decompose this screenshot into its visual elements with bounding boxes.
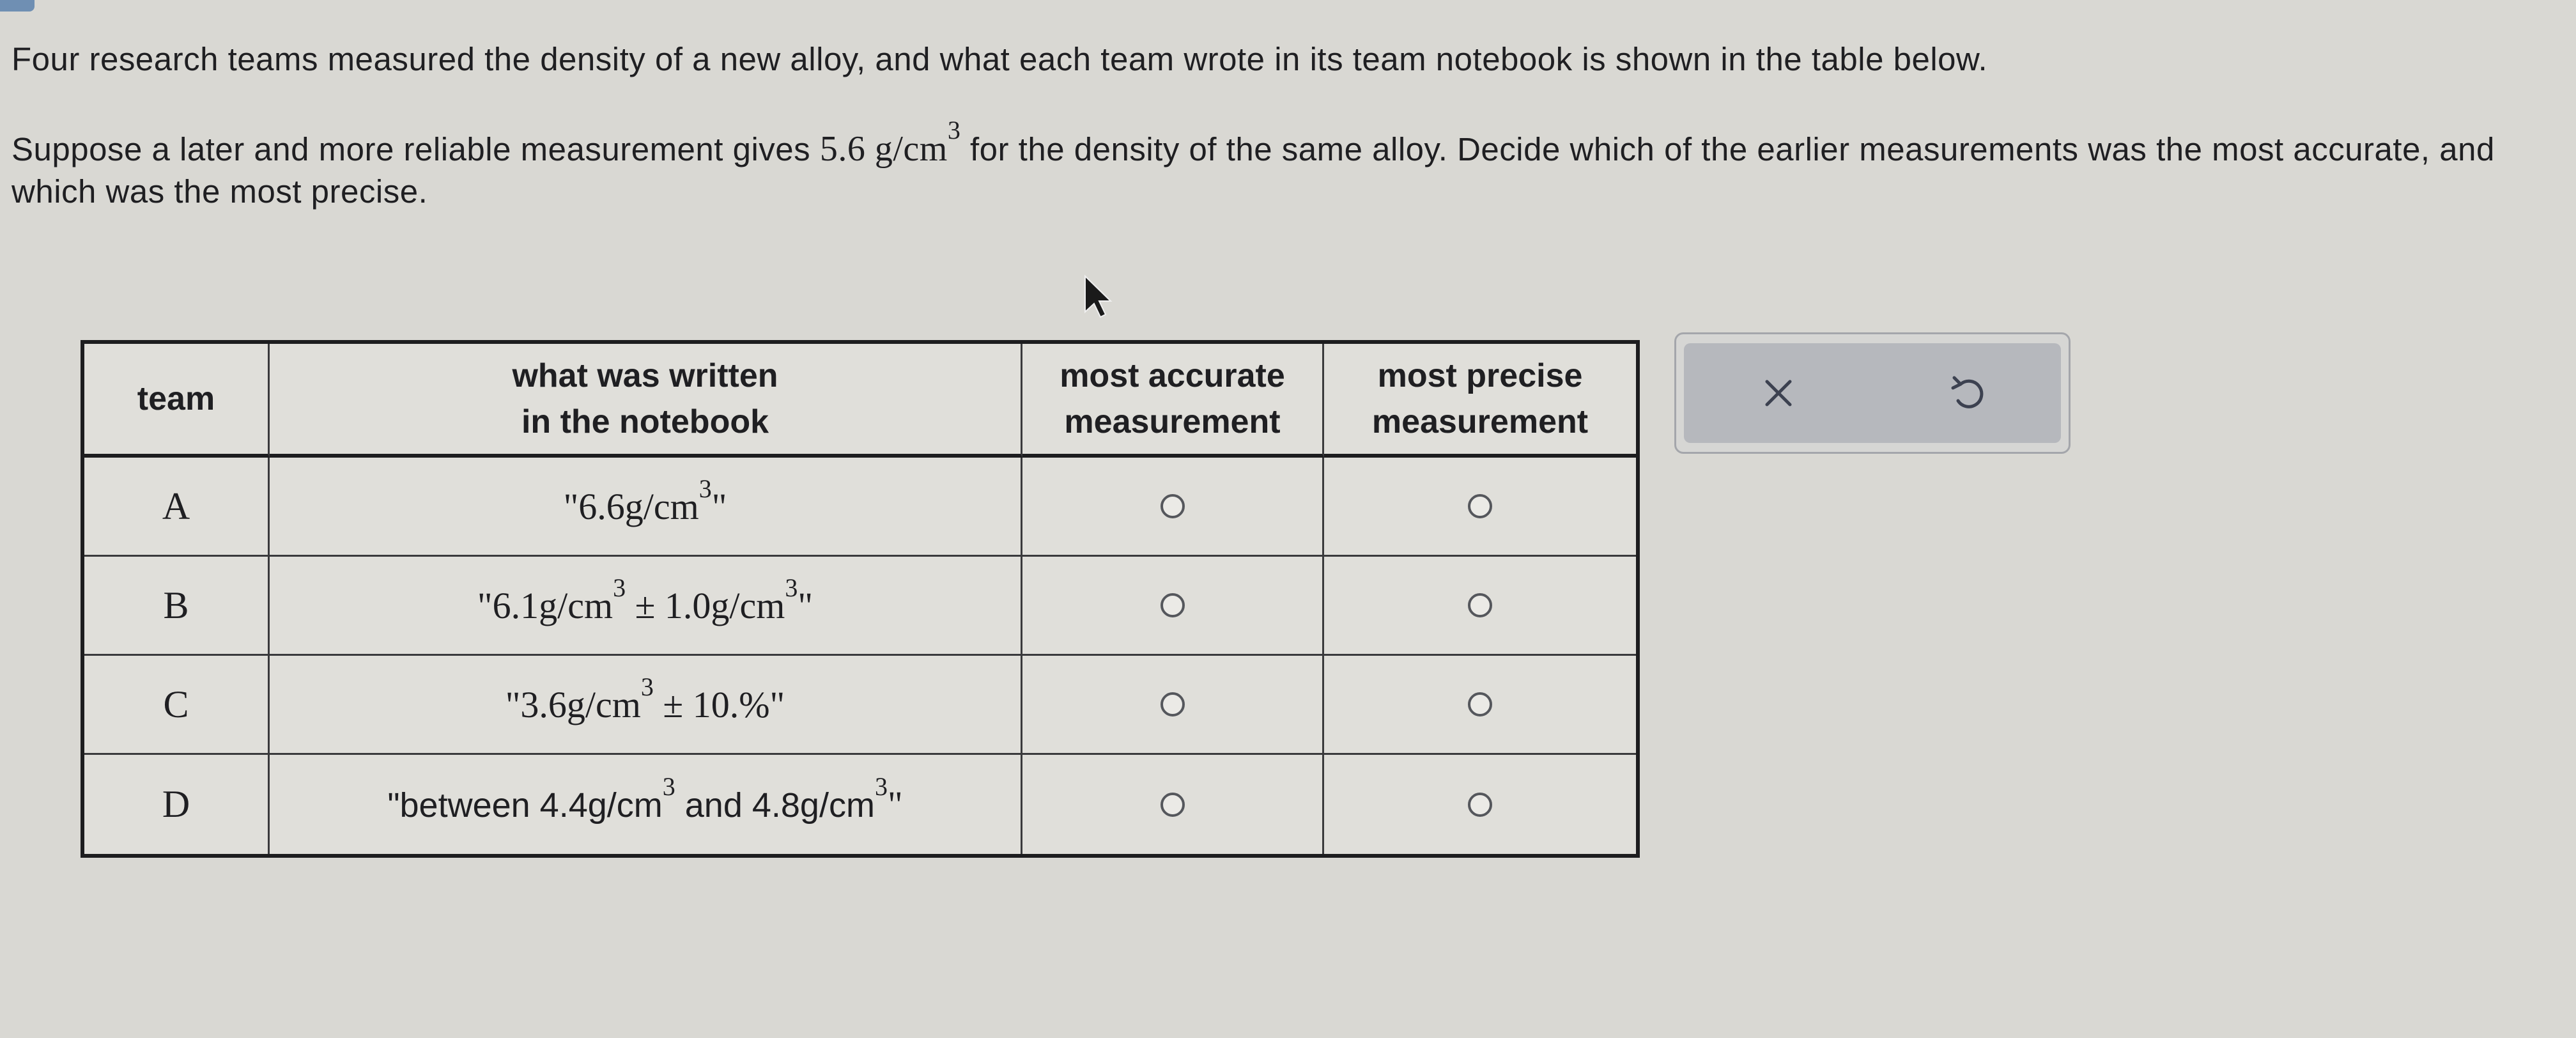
- question-instructions: Suppose a later and more reliable measur…: [12, 118, 2542, 213]
- undo-button[interactable]: [1932, 358, 2002, 428]
- entry-text: "3.6g/cm: [505, 683, 641, 725]
- precise-cell-c: [1324, 656, 1636, 755]
- entry-exponent: 3: [613, 573, 626, 602]
- entry-exponent: 3: [785, 573, 798, 602]
- radio-precise-a[interactable]: [1468, 494, 1492, 518]
- radio-accurate-c[interactable]: [1160, 692, 1185, 717]
- notebook-cell-b: "6.1g/cm3 ± 1.0g/cm3": [270, 557, 1022, 656]
- question-intro: Four research teams measured the density…: [12, 38, 2542, 81]
- header-precise: most precise measurement: [1324, 344, 1636, 458]
- entry-text: "6.1g/cm: [477, 584, 613, 626]
- entry-text: ± 10.%": [653, 683, 785, 725]
- radio-precise-b[interactable]: [1468, 593, 1492, 617]
- accurate-cell-b: [1022, 557, 1324, 656]
- team-label: B: [163, 584, 189, 626]
- precise-cell-a: [1324, 458, 1636, 557]
- radio-accurate-a[interactable]: [1160, 494, 1185, 518]
- header-accurate-label: most accurate measurement: [1060, 357, 1285, 440]
- answer-table: team what was written in the notebook mo…: [81, 340, 1640, 858]
- entry-text: ± 1.0g/cm: [626, 584, 785, 626]
- answer-actions-bar: [1684, 343, 2061, 443]
- question-intro-text: Four research teams measured the density…: [12, 41, 1988, 77]
- clear-button[interactable]: [1743, 358, 1814, 428]
- header-team: team: [84, 344, 270, 458]
- team-label: A: [162, 484, 190, 527]
- radio-precise-d[interactable]: [1468, 792, 1492, 817]
- header-accurate: most accurate measurement: [1022, 344, 1324, 458]
- team-cell-b: B: [84, 557, 270, 656]
- entry-exponent: 3: [874, 772, 888, 801]
- notebook-entry: "6.1g/cm3 ± 1.0g/cm3": [477, 575, 814, 627]
- entry-text: ": [798, 584, 814, 626]
- entry-text: ": [711, 485, 727, 527]
- entry-text: ": [887, 784, 903, 825]
- mouse-pointer-icon: [1084, 274, 1113, 318]
- header-precise-label: most precise measurement: [1371, 357, 1589, 440]
- entry-exponent: 3: [698, 474, 712, 503]
- header-written-label: what was written in the notebook: [512, 357, 778, 440]
- notebook-entry: "6.6g/cm3": [563, 476, 727, 528]
- radio-accurate-d[interactable]: [1160, 792, 1185, 817]
- entry-exponent: 3: [662, 772, 675, 801]
- accurate-cell-c: [1022, 656, 1324, 755]
- team-cell-c: C: [84, 656, 270, 755]
- entry-exponent: 3: [640, 672, 654, 701]
- close-icon: [1765, 380, 1791, 407]
- notebook-cell-a: "6.6g/cm3": [270, 458, 1022, 557]
- top-corner-accent: [0, 0, 35, 12]
- precise-cell-d: [1324, 755, 1636, 854]
- team-cell-d: D: [84, 755, 270, 854]
- undo-icon: [1951, 376, 1983, 408]
- reference-density-exponent: 3: [947, 116, 961, 144]
- team-label: C: [163, 683, 189, 725]
- instructions-lead: Suppose a later and more reliable measur…: [12, 131, 820, 167]
- answer-actions-panel: [1674, 332, 2071, 454]
- header-team-label: team: [137, 380, 215, 417]
- entry-text: "6.6g/cm: [563, 485, 699, 527]
- notebook-cell-d: "between 4.4g/cm3 and 4.8g/cm3": [270, 755, 1022, 854]
- accurate-cell-a: [1022, 458, 1324, 557]
- accurate-cell-d: [1022, 755, 1324, 854]
- notebook-cell-c: "3.6g/cm3 ± 10.%": [270, 656, 1022, 755]
- notebook-entry: "3.6g/cm3 ± 10.%": [505, 674, 785, 726]
- reference-density-value: 5.6 g/cm: [819, 129, 948, 169]
- team-cell-a: A: [84, 458, 270, 557]
- entry-text: "between 4.4g/cm: [387, 786, 663, 825]
- radio-accurate-b[interactable]: [1160, 593, 1185, 617]
- header-written: what was written in the notebook: [270, 344, 1022, 458]
- precise-cell-b: [1324, 557, 1636, 656]
- notebook-entry: "between 4.4g/cm3 and 4.8g/cm3": [387, 774, 903, 826]
- entry-text: and 4.8g/cm: [675, 786, 875, 825]
- team-label: D: [162, 783, 190, 825]
- answer-grid: team what was written in the notebook mo…: [84, 344, 1636, 854]
- radio-precise-c[interactable]: [1468, 692, 1492, 717]
